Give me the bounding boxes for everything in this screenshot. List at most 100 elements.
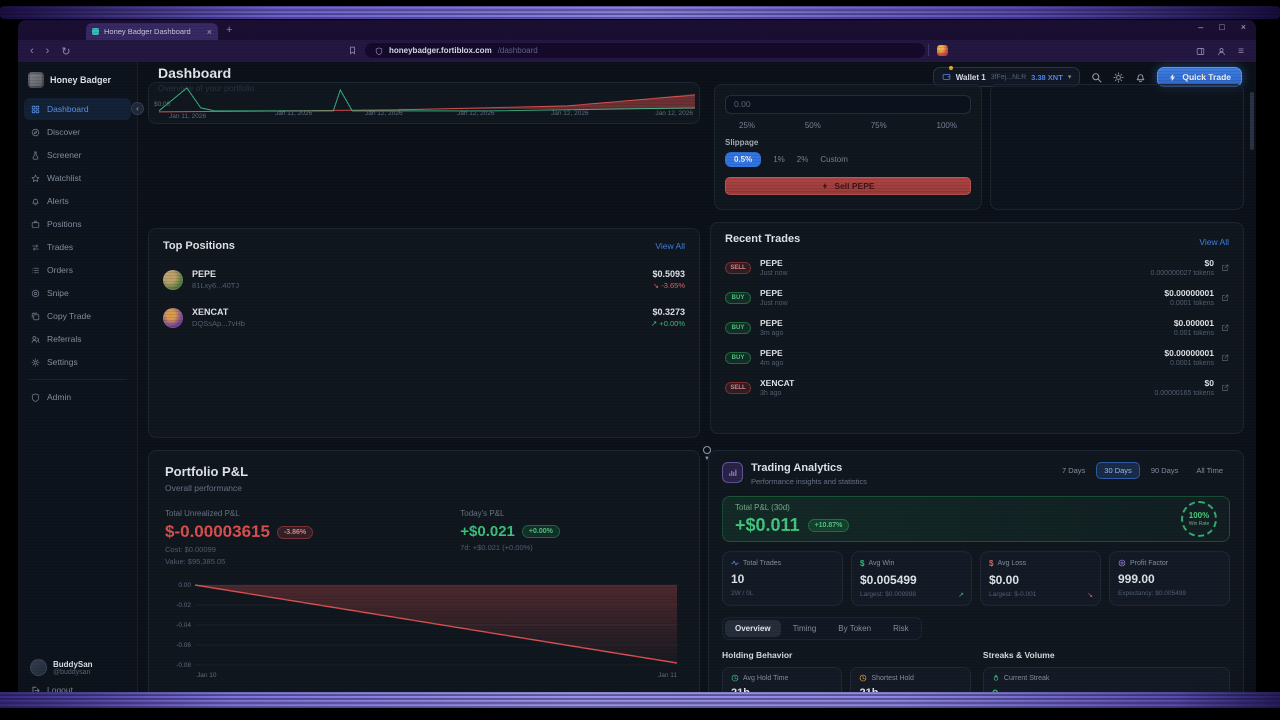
positions-icon [31, 220, 40, 229]
snipe-icon [31, 289, 40, 298]
tab-by-token[interactable]: By Token [828, 620, 881, 637]
url-bar[interactable]: honeybadger.fortiblox.com/dashboard [365, 43, 925, 58]
sidebar-item-discover[interactable]: Discover [24, 121, 131, 143]
new-tab-button[interactable]: + [226, 24, 232, 36]
user-profile[interactable]: BuddySan @buddysan [24, 655, 131, 680]
search-icon[interactable] [1091, 72, 1102, 83]
profile-icon[interactable] [1217, 47, 1226, 56]
range-30-days[interactable]: 30 Days [1096, 462, 1140, 479]
external-link-icon[interactable] [1221, 294, 1229, 302]
sidebar-item-watchlist[interactable]: Watchlist [24, 167, 131, 189]
percent-25-button[interactable]: 25% [739, 121, 755, 130]
trade-row[interactable]: SELL XENCAT3h ago $00.00000165 tokens [725, 378, 1229, 397]
browser-toolbar: ‹ › ↻ honeybadger.fortiblox.com/dashboar… [18, 40, 1256, 62]
sidebar-item-alerts[interactable]: Alerts [24, 190, 131, 212]
trade-row[interactable]: BUY PEPE4m ago $0.000000010.0001 tokens [725, 348, 1229, 367]
avg-hold-time-card: Avg Hold Time 21h [722, 667, 842, 706]
unrealized-label: Total Unrealized P&L [165, 509, 460, 518]
portfolio-pnl-card: Portfolio P&L Overall performance Total … [148, 450, 700, 708]
sidebar-nav: Dashboard Discover Screener Watchlist [24, 98, 131, 373]
trades-view-all-link[interactable]: View All [1199, 237, 1229, 247]
range-7-days[interactable]: 7 Days [1055, 463, 1092, 478]
tab-risk[interactable]: Risk [883, 620, 919, 637]
trade-symbol: PEPE [760, 318, 1174, 328]
back-icon[interactable]: ‹ [30, 45, 34, 58]
x-tick: Jan 12, 2026 [457, 110, 495, 117]
theme-icon[interactable] [1113, 72, 1124, 83]
stat-value: $0.005499 [860, 573, 963, 587]
external-link-icon[interactable] [1221, 324, 1229, 332]
scrollbar-thumb[interactable] [1250, 92, 1254, 150]
sidebar-item-positions[interactable]: Positions [24, 213, 131, 235]
window-minimize-icon[interactable]: – [1198, 22, 1203, 32]
percent-50-button[interactable]: 50% [805, 121, 821, 130]
forward-icon[interactable]: › [46, 45, 50, 58]
position-symbol: PEPE [192, 269, 652, 279]
wallet-balance: 3.38 XNT [1031, 73, 1063, 82]
external-link-icon[interactable] [1221, 354, 1229, 362]
empty-panel-card [990, 84, 1244, 210]
trade-row[interactable]: BUY PEPEJust now $0.000000010.0001 token… [725, 288, 1229, 307]
sidebar-item-dashboard[interactable]: Dashboard [24, 98, 131, 120]
percent-100-button[interactable]: 100% [937, 121, 957, 130]
trade-row[interactable]: SELL PEPEJust now $00.000000027 tokens [725, 258, 1229, 277]
arrow-down-icon: ↘ [653, 281, 659, 290]
win-rate-value: 100% [1189, 511, 1209, 520]
amount-input[interactable] [725, 95, 971, 114]
tab-close-icon[interactable]: × [207, 27, 212, 37]
site-shield-icon[interactable] [375, 47, 383, 55]
external-link-icon[interactable] [1221, 384, 1229, 392]
slippage-1-button[interactable]: 1% [773, 155, 785, 164]
slippage-2-button[interactable]: 2% [797, 155, 809, 164]
window-close-icon[interactable]: × [1241, 22, 1246, 32]
current-streak-value: 0 [992, 687, 999, 701]
sidebar-item-label: Watchlist [47, 173, 81, 183]
sidebar-item-trades[interactable]: Trades [24, 236, 131, 258]
trade-row[interactable]: BUY PEPE3m ago $0.0000010.001 tokens [725, 318, 1229, 337]
sidebar-item-copy-trade[interactable]: Copy Trade [24, 305, 131, 327]
shortest-hold-card: Shortest Hold 21h [850, 667, 970, 706]
sidebar-item-orders[interactable]: Orders [24, 259, 131, 281]
external-link-icon[interactable] [1221, 264, 1229, 272]
range-all-time[interactable]: All Time [1189, 463, 1230, 478]
sidebar-item-admin[interactable]: Admin [24, 386, 131, 408]
sidebar-divider [28, 379, 127, 380]
browser-tabbar: Honey Badger Dashboard × + – □ × [18, 20, 1256, 40]
flame-icon [992, 674, 1000, 682]
percent-75-button[interactable]: 75% [871, 121, 887, 130]
sidebar-item-settings[interactable]: Settings [24, 351, 131, 373]
sidebar-item-label: Dashboard [47, 104, 89, 114]
logout-button[interactable]: Logout [24, 680, 131, 700]
tab-timing[interactable]: Timing [783, 620, 827, 637]
sidebar-toggle-icon[interactable] [1196, 47, 1205, 56]
notifications-bell-icon[interactable] [1135, 72, 1146, 83]
sidebar-item-snipe[interactable]: Snipe [24, 282, 131, 304]
position-row[interactable]: PEPE 81Lxy6...40TJ $0.5093 ↘ -3.65% [163, 269, 685, 290]
position-address: 81Lxy6...40TJ [192, 281, 652, 290]
sidebar-item-referrals[interactable]: Referrals [24, 328, 131, 350]
stat-sub: Expectancy: $0.005499 [1118, 590, 1221, 597]
browser-tab[interactable]: Honey Badger Dashboard × [86, 23, 218, 40]
reading-list-icon[interactable] [348, 46, 357, 55]
sidebar-collapse-button[interactable]: ‹ [131, 102, 144, 115]
url-host: honeybadger.fortiblox.com [389, 46, 492, 55]
tab-overview[interactable]: Overview [725, 620, 781, 637]
user-handle: @buddysan [53, 669, 93, 676]
sell-pepe-button[interactable]: Sell PEPE [725, 177, 971, 195]
position-price: $0.5093 [652, 269, 685, 279]
slippage-0.5-button[interactable]: 0.5% [725, 152, 761, 167]
browser-menu-icon[interactable]: ≡ [1238, 46, 1244, 57]
slippage-custom-button[interactable]: Custom [820, 155, 848, 164]
refresh-icon[interactable]: ↻ [61, 45, 70, 58]
browser-window: Honey Badger Dashboard × + – □ × ‹ › ↻ h… [18, 20, 1256, 708]
extension-icon[interactable] [937, 45, 948, 56]
window-maximize-icon[interactable]: □ [1219, 22, 1224, 32]
brand: Honey Badger [24, 70, 131, 98]
alerts-icon [31, 197, 40, 206]
positions-view-all-link[interactable]: View All [655, 241, 685, 251]
trade-amount: $0.00000001 [1164, 288, 1214, 298]
trade-time: Just now [760, 300, 1164, 307]
sidebar-item-screener[interactable]: Screener [24, 144, 131, 166]
position-row[interactable]: XENCAT DQSsAp...7vHb $0.3273 ↗ +0.00% [163, 307, 685, 328]
range-90-days[interactable]: 90 Days [1144, 463, 1186, 478]
